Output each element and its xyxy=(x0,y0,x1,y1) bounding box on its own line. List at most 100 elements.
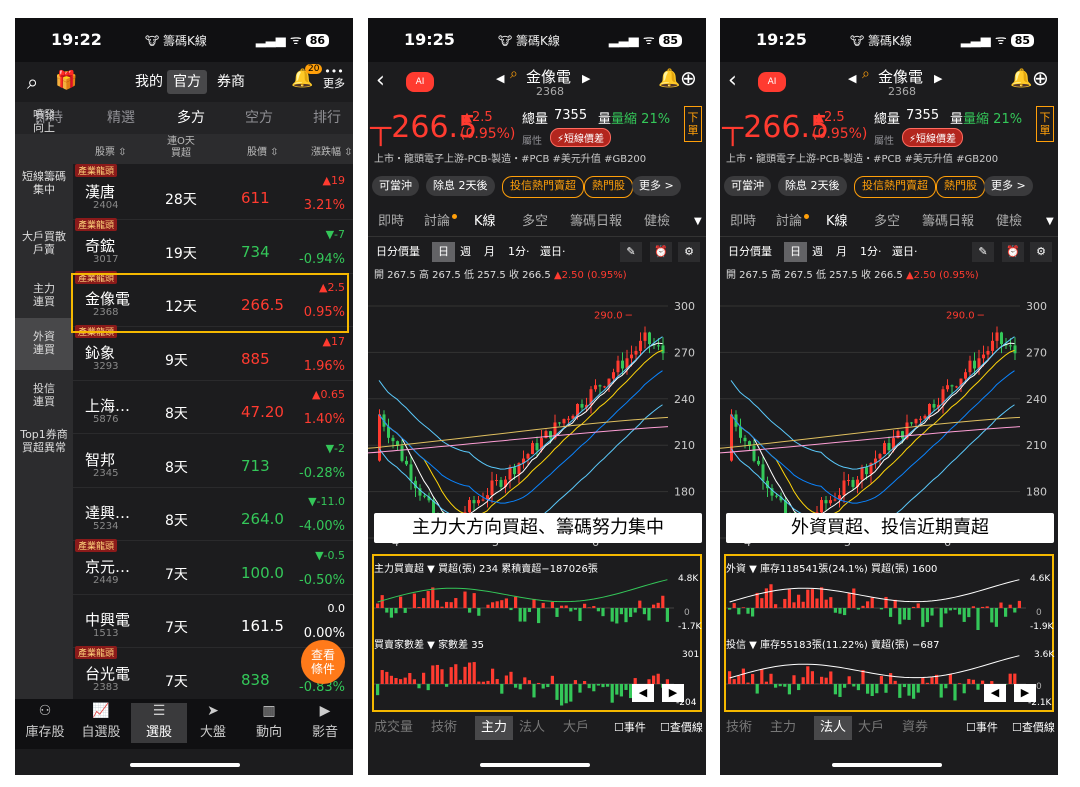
btn-day-volume[interactable]: 日分價量 xyxy=(376,242,420,262)
indicator1-chart[interactable] xyxy=(374,574,674,630)
chip-more[interactable]: 更多 > xyxy=(632,176,681,196)
sidebar-item-foreign-buy[interactable]: 外資 連買 xyxy=(15,318,73,370)
chip-daytrade[interactable]: 可當沖 xyxy=(724,176,771,196)
header-change[interactable]: 漲跌幅 ⇳ xyxy=(311,143,353,158)
chip-trust-sell[interactable]: 投信熱門賣超 xyxy=(854,176,936,198)
sidebar-item-big-holder[interactable]: 大戶買散 戶賣 xyxy=(15,230,73,256)
indicator2-header[interactable]: 買賣家數差 ▼ 家數差 35 xyxy=(374,636,484,651)
sidebar-item-short-chip[interactable]: 短線籌碼 集中 xyxy=(15,170,73,196)
checkbox-0[interactable]: ☐事件 xyxy=(614,716,646,740)
prev-stock-icon[interactable]: ◀ xyxy=(496,72,504,85)
tab-discussion[interactable]: 討論 xyxy=(424,208,450,236)
prev-stock-icon[interactable]: ◀ xyxy=(848,72,856,85)
bell-icon[interactable]: 🔔 xyxy=(658,68,680,89)
indicator-tab[interactable]: 大戶 xyxy=(563,716,589,740)
nav-screener[interactable]: ☰ 選股 xyxy=(131,703,187,743)
chip-exdividend[interactable]: 除息 2天後 xyxy=(426,176,495,196)
tab-bullbear[interactable]: 多空 xyxy=(522,208,548,236)
gift-icon[interactable]: 🎁 xyxy=(55,70,77,91)
gear-icon[interactable]: ⚙ xyxy=(1030,242,1052,262)
stock-name[interactable]: 金像電 xyxy=(526,66,571,87)
tab-chip-daily[interactable]: 籌碼日報 xyxy=(570,208,622,236)
segment-official[interactable]: 官方 xyxy=(167,70,207,94)
kline-chart[interactable]: 300270240210180150290.0 ─456 xyxy=(368,280,706,548)
btn-daily[interactable]: 日 xyxy=(432,242,455,262)
checkbox-0[interactable]: ☐事件 xyxy=(966,716,998,740)
nav-trend[interactable]: ▥ 動向 xyxy=(241,703,297,740)
btn-monthly[interactable]: 月 xyxy=(836,242,847,262)
btn-weekly[interactable]: 週 xyxy=(460,242,471,262)
draw-pen-icon[interactable]: ✎ xyxy=(620,242,642,262)
chip-trust-sell[interactable]: 投信熱門賣超 xyxy=(502,176,584,198)
search-icon[interactable]: ⌕ xyxy=(862,66,870,82)
nav-watchlist[interactable]: 📈 自選股 xyxy=(73,703,129,740)
btn-weekly[interactable]: 週 xyxy=(812,242,823,262)
indicator-tab[interactable]: 技術 xyxy=(726,716,752,740)
back-icon[interactable]: ‹ xyxy=(728,68,737,93)
tabs-dropdown-icon[interactable]: ▼ xyxy=(694,208,702,236)
next-stock-icon[interactable]: ▶ xyxy=(934,72,942,85)
indicator2-header[interactable]: 投信 ▼ 庫存55183張(11.22%) 賣超(張) −687 xyxy=(726,636,939,651)
scroll-left-button[interactable]: ◀ xyxy=(984,684,1006,702)
nav-video[interactable]: ▶ 影音 xyxy=(297,703,353,740)
chip-more[interactable]: 更多 > xyxy=(984,176,1033,196)
more-button[interactable]: ••• 更多 xyxy=(323,66,345,90)
table-row[interactable]: 智邦 2345 8天 713 ▼-2 -0.28% xyxy=(73,432,353,488)
bell-icon[interactable]: 🔔 xyxy=(1010,68,1032,89)
tab-kline[interactable]: K線 xyxy=(474,208,496,236)
order-button[interactable]: 下 單 xyxy=(684,106,702,142)
tab-featured[interactable]: 精選 xyxy=(107,102,135,134)
indicator-tab[interactable]: 主力 xyxy=(475,716,514,740)
checkbox-1[interactable]: ☐查價線 xyxy=(660,716,703,740)
indicator-tab[interactable]: 法人 xyxy=(519,716,545,740)
btn-1min[interactable]: 1分· xyxy=(860,242,882,262)
chip-daytrade[interactable]: 可當沖 xyxy=(372,176,419,196)
scroll-left-button[interactable]: ◀ xyxy=(632,684,654,702)
header-price[interactable]: 股價 ⇳ xyxy=(247,143,279,158)
gear-icon[interactable]: ⚙ xyxy=(678,242,700,262)
segment-mine[interactable]: 我的 xyxy=(129,70,169,94)
btn-day-volume[interactable]: 日分價量 xyxy=(728,242,772,262)
table-row[interactable]: 產業龍頭 奇鋐 3017 19天 734 ▼-7 -0.94% xyxy=(73,217,353,274)
add-icon[interactable]: ⊕ xyxy=(1032,66,1049,90)
indicator-tab[interactable]: 法人 xyxy=(814,716,853,740)
sidebar-item-breakout[interactable]: 噴發 向上 xyxy=(15,108,73,134)
indicator1-header[interactable]: 主力買賣超 ▼ 買超(張) 234 累積賣超−187026張 xyxy=(374,560,598,575)
draw-pen-icon[interactable]: ✎ xyxy=(972,242,994,262)
chip-exdividend[interactable]: 除息 2天後 xyxy=(778,176,847,196)
tab-realtime[interactable]: 即時 xyxy=(378,208,404,236)
indicator1-header[interactable]: 外資 ▼ 庫存118541張(24.1%) 買超(張) 1600 xyxy=(726,560,937,575)
segment-broker[interactable]: 券商 xyxy=(211,70,251,94)
tab-kline[interactable]: K線 xyxy=(826,208,848,236)
search-icon[interactable]: ⌕ xyxy=(27,70,38,94)
btn-restore[interactable]: 還日· xyxy=(540,242,566,262)
indicator1-chart[interactable] xyxy=(726,574,1026,630)
table-row[interactable]: 達興… 5234 8天 264.0 ▼-11.0 -4.00% xyxy=(73,485,353,541)
btn-restore[interactable]: 還日· xyxy=(892,242,918,262)
checkbox-1[interactable]: ☐查價線 xyxy=(1012,716,1055,740)
tab-ranking[interactable]: 排行 xyxy=(313,102,341,134)
indicator-tab[interactable]: 主力 xyxy=(770,716,796,740)
tab-discussion[interactable]: 討論 xyxy=(776,208,802,236)
sidebar-item-main-buy[interactable]: 主力 連買 xyxy=(15,282,73,308)
indicator-tab[interactable]: 技術 xyxy=(431,716,457,740)
indicator2-chart[interactable] xyxy=(726,650,1026,706)
header-days[interactable]: 連O天 買超 xyxy=(161,136,201,160)
btn-monthly[interactable]: 月 xyxy=(484,242,495,262)
kline-chart[interactable]: 300270240210180150290.0 ─456 xyxy=(720,280,1058,548)
back-icon[interactable]: ‹ xyxy=(376,68,385,93)
attr-tag[interactable]: ⚡短線價差 xyxy=(550,128,612,147)
nav-market[interactable]: ➤ 大盤 xyxy=(185,703,241,740)
tabs-dropdown-icon[interactable]: ▼ xyxy=(1046,208,1054,236)
order-button[interactable]: 下 單 xyxy=(1036,106,1054,142)
ai-robot-icon[interactable]: AI xyxy=(406,72,434,92)
tab-health[interactable]: 健檢 xyxy=(996,208,1022,236)
ai-robot-icon[interactable]: AI xyxy=(758,72,786,92)
indicator-tab[interactable]: 大戶 xyxy=(858,716,884,740)
tab-health[interactable]: 健檢 xyxy=(644,208,670,236)
sidebar-item-top1-broker[interactable]: Top1券商 買超異常 xyxy=(15,428,73,454)
attr-tag[interactable]: ⚡短線價差 xyxy=(902,128,964,147)
search-icon[interactable]: ⌕ xyxy=(510,66,518,82)
stock-name[interactable]: 金像電 xyxy=(878,66,923,87)
btn-daily[interactable]: 日 xyxy=(784,242,807,262)
